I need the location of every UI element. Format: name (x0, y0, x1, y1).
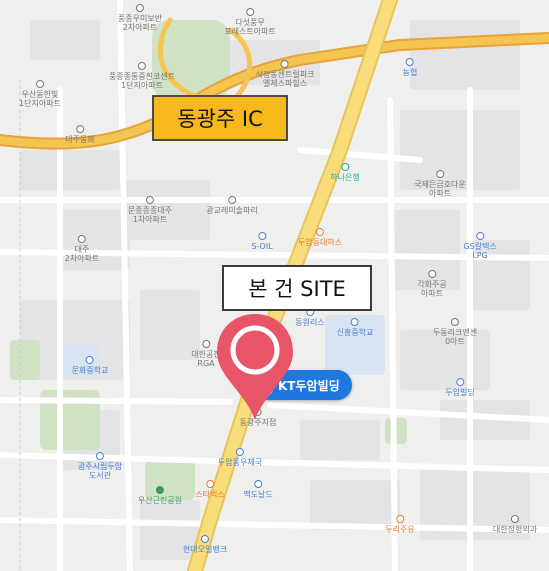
poi-x[interactable]: 우산근린공원 (138, 486, 182, 505)
poi-i-marker-icon (436, 170, 444, 178)
poi-ac-label: 대한정형외과 (492, 525, 538, 534)
poi-k[interactable]: S-OIL (251, 232, 273, 251)
poi-n-label: 각화주공 아파트 (417, 280, 447, 299)
poi-c-label: 풍종종통중흰코센트 1단지아파트 (108, 72, 176, 91)
poi-y-label: 스타벅스 (195, 490, 225, 499)
poi-s-label: 문화중학교 (71, 366, 109, 375)
poi-z-label: 맥도날드 (243, 490, 273, 499)
poi-j-label: 대주 2차아파트 (64, 245, 100, 264)
poi-h-label: 하나은행 (330, 173, 360, 182)
poi-e-label: 농협 (402, 68, 418, 77)
poi-d-marker-icon (280, 60, 289, 68)
poi-j-marker-icon (78, 235, 86, 243)
site-label: 본 건 SITE (222, 265, 372, 311)
map-view[interactable]: 풍종우미보반 2차아파트 다섯풍무 포레스트아파트 풍종종통중흰코센트 1단지아파트 … (0, 0, 549, 571)
poi-s-marker-icon (86, 356, 94, 364)
poi-p-marker-icon (351, 318, 359, 326)
poi-ad[interactable]: 대주동화 (65, 125, 95, 144)
poi-ae[interactable]: 우산동한빛 1단지아파트 (19, 80, 61, 108)
poi-aa[interactable]: 두리주유 (385, 515, 415, 534)
poi-ac[interactable]: 대한정형외과 (493, 515, 537, 534)
poi-w-label: 광주시립두암 도서관 (77, 462, 123, 481)
poi-g-marker-icon (228, 196, 236, 204)
poi-l-label: 두암동대하스 (297, 238, 343, 247)
poi-x-marker-icon (155, 486, 164, 494)
poi-w-marker-icon (95, 452, 104, 460)
poi-v[interactable]: 두암동우체국 (218, 448, 262, 467)
poi-f[interactable]: 문종종종대주 1차아파트 (128, 196, 172, 224)
poi-aa-marker-icon (395, 515, 404, 523)
poi-c-marker-icon (138, 62, 146, 70)
poi-ab[interactable]: 현대오일뱅크 (183, 535, 227, 554)
poi-n[interactable]: 각화주공 아파트 (417, 270, 447, 299)
poi-m-marker-icon (475, 232, 484, 240)
poi-m-label: GS칼텍스 LPG (463, 242, 497, 261)
poi-c[interactable]: 풍종종통중흰코센트 1단지아파트 (109, 62, 175, 90)
poi-a-label: 풍종우미보반 2차아파트 (117, 14, 163, 33)
poi-ac-marker-icon (510, 515, 519, 523)
poi-l-marker-icon (315, 228, 324, 236)
poi-q-label: 두동리크엔센 0아트 (432, 328, 478, 347)
poi-e[interactable]: 농협 (402, 58, 418, 77)
poi-ad-label: 대주동화 (65, 135, 95, 144)
poi-p[interactable]: 신흥중학교 (336, 318, 374, 337)
poi-k-marker-icon (258, 232, 266, 240)
poi-ab-marker-icon (200, 535, 209, 543)
poi-l[interactable]: 두암동대하스 (298, 228, 342, 247)
poi-q-marker-icon (450, 318, 459, 326)
ic-label: 동광주 IC (152, 95, 288, 141)
poi-t-marker-icon (455, 378, 464, 386)
site-pin-icon[interactable] (215, 312, 295, 422)
poi-g[interactable]: 광교레미솔파리 (206, 196, 258, 215)
poi-t[interactable]: 두암빌딩 (445, 378, 475, 397)
poi-b-label: 다섯풍무 포레스트아파트 (224, 18, 276, 37)
poi-b-marker-icon (246, 8, 254, 16)
poi-d[interactable]: 삭정동센트럴파크 엘체스파힐스 (255, 60, 315, 89)
poi-r-marker-icon (201, 340, 210, 348)
poi-a-marker-icon (135, 4, 144, 12)
poi-f-label: 문종종종대주 1차아파트 (127, 206, 173, 225)
poi-z-marker-icon (253, 480, 262, 488)
poi-t-label: 두암빌딩 (445, 388, 475, 397)
poi-s[interactable]: 문화중학교 (71, 356, 109, 375)
poi-aa-label: 두리주유 (385, 525, 415, 534)
poi-ab-label: 현대오일뱅크 (182, 545, 228, 554)
poi-v-marker-icon (235, 448, 244, 456)
poi-d-label: 삭정동센트럴파크 엘체스파힐스 (255, 70, 315, 89)
poi-h[interactable]: 하나은행 (330, 163, 360, 182)
poi-a[interactable]: 풍종우미보반 2차아파트 (118, 4, 162, 32)
poi-e-marker-icon (405, 58, 414, 66)
poi-b[interactable]: 다섯풍무 포레스트아파트 (224, 8, 276, 36)
poi-ae-marker-icon (35, 80, 44, 88)
poi-f-marker-icon (145, 196, 154, 204)
poi-h-marker-icon (340, 163, 349, 171)
poi-g-label: 광교레미솔파리 (206, 206, 258, 215)
poi-z[interactable]: 맥도날드 (243, 480, 273, 499)
poi-p-label: 신흥중학교 (336, 328, 374, 337)
poi-n-marker-icon (427, 270, 436, 278)
poi-w[interactable]: 광주시립두암 도서관 (78, 452, 122, 480)
poi-y-marker-icon (205, 480, 214, 488)
poi-j[interactable]: 대주 2차아파트 (64, 235, 100, 264)
poi-i[interactable]: 국제든금호다운 아파트 (414, 170, 466, 198)
poi-v-label: 두암동우체국 (217, 458, 263, 467)
poi-o-label: 동원리스 (295, 318, 325, 327)
poi-m[interactable]: GS칼텍스 LPG (463, 232, 497, 261)
poi-y[interactable]: 스타벅스 (195, 480, 225, 499)
poi-k-label: S-OIL (251, 242, 273, 251)
poi-ad-marker-icon (75, 125, 84, 133)
poi-ae-label: 우산동한빛 1단지아파트 (19, 90, 61, 109)
poi-x-label: 우산근린공원 (137, 496, 183, 505)
poi-q[interactable]: 두동리크엔센 0아트 (433, 318, 477, 346)
poi-i-label: 국제든금호다운 아파트 (414, 180, 466, 199)
